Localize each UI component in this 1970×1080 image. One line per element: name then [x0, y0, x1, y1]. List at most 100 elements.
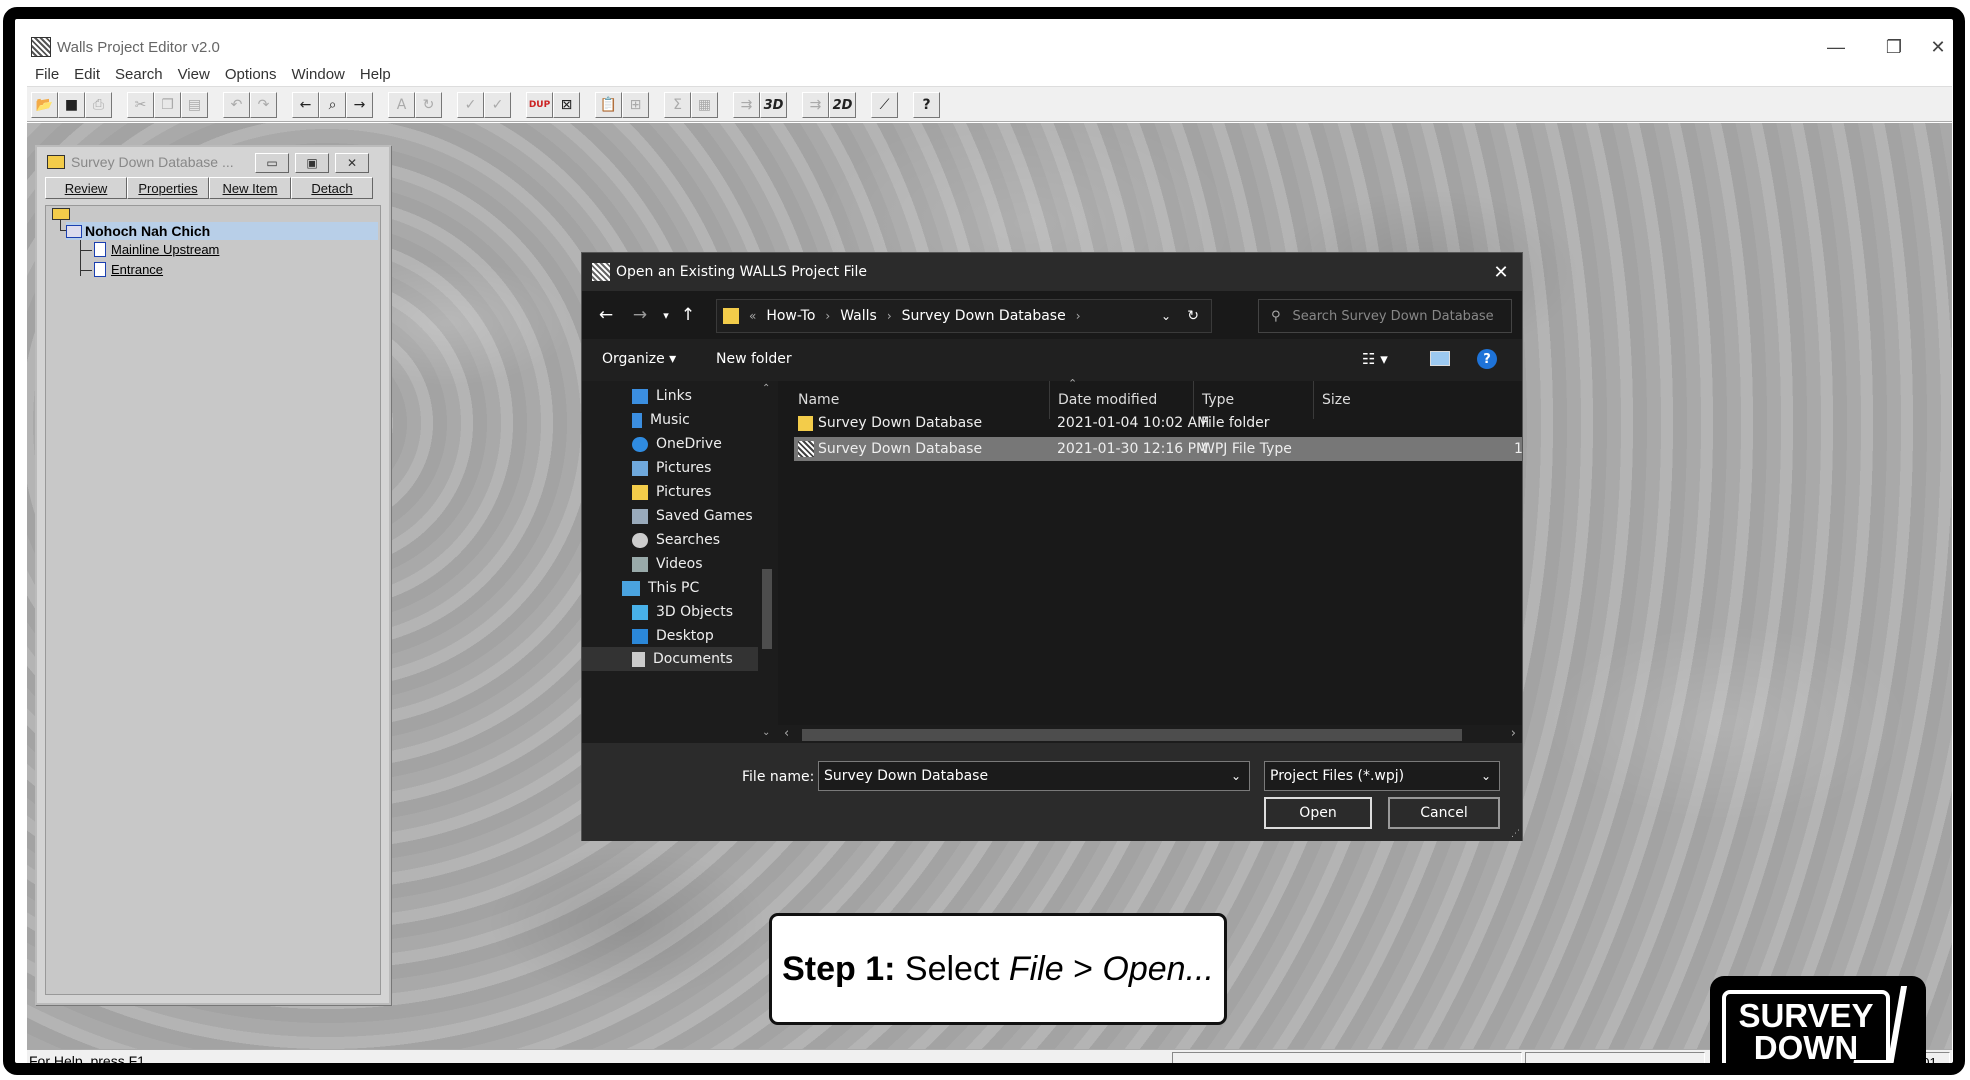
- project-folder-icon: [47, 155, 65, 169]
- review-check-icon[interactable]: ✓: [484, 92, 511, 118]
- sef-icon[interactable]: ⇉: [802, 92, 829, 118]
- menu-search[interactable]: Search: [115, 66, 163, 83]
- nav-item-documents[interactable]: Documents: [582, 647, 758, 671]
- nav-pane-scrollbar[interactable]: ⌃ ⌄: [758, 381, 776, 743]
- save-icon[interactable]: ■: [58, 92, 85, 118]
- check-icon[interactable]: ✓: [457, 92, 484, 118]
- chevron-down-icon[interactable]: ⌄: [1161, 309, 1171, 323]
- grid-icon[interactable]: ⊠: [553, 92, 580, 118]
- tree-root-item[interactable]: Nohoch Nah Chich: [66, 222, 378, 240]
- compile-icon[interactable]: ⇉: [733, 92, 760, 118]
- view-3d-button[interactable]: 3D: [760, 92, 787, 118]
- new-item-button[interactable]: New Item: [209, 177, 291, 199]
- refresh-icon[interactable]: ↻: [415, 92, 442, 118]
- detach-button[interactable]: Detach: [291, 177, 373, 199]
- menu-options[interactable]: Options: [225, 66, 277, 83]
- menu-view[interactable]: View: [178, 66, 210, 83]
- chevron-up-icon[interactable]: ⌃: [762, 383, 770, 394]
- restore-button[interactable]: ❐: [1865, 32, 1923, 62]
- preview-pane-icon[interactable]: [1430, 351, 1450, 366]
- scrollbar-thumb[interactable]: [762, 569, 772, 649]
- organize-button[interactable]: Organize ▾: [602, 351, 676, 367]
- file-list-horizontal-scrollbar[interactable]: ‹ ›: [778, 725, 1522, 745]
- chevron-down-icon[interactable]: ⌄: [762, 727, 770, 738]
- menu-window[interactable]: Window: [292, 66, 345, 83]
- chevron-down-icon[interactable]: ⌄: [1231, 769, 1241, 783]
- review-button[interactable]: Review: [45, 177, 127, 199]
- chevron-down-icon[interactable]: ⌄: [1481, 769, 1491, 783]
- breadcrumb-overflow[interactable]: «: [749, 309, 756, 323]
- nav-item-3d-objects[interactable]: 3D Objects: [632, 601, 733, 623]
- project-close-button[interactable]: ✕: [335, 153, 369, 173]
- file-name-input[interactable]: Survey Down Database ⌄: [818, 761, 1250, 791]
- add-item-icon[interactable]: ⊞: [622, 92, 649, 118]
- nav-item-pictures-folder[interactable]: Pictures: [632, 481, 711, 503]
- nav-item-videos[interactable]: Videos: [632, 553, 703, 575]
- minimize-button[interactable]: —: [1807, 32, 1865, 62]
- nav-item-searches[interactable]: Searches: [632, 529, 720, 551]
- up-arrow-icon[interactable]: ↑: [676, 303, 700, 327]
- forward-arrow-icon[interactable]: →: [346, 92, 373, 118]
- undo-icon[interactable]: ↶: [223, 92, 250, 118]
- view-2d-button[interactable]: 2D: [829, 92, 856, 118]
- cancel-button[interactable]: Cancel: [1388, 797, 1500, 829]
- tree-item-entrance[interactable]: Entrance: [94, 262, 163, 277]
- calculator-icon[interactable]: ▦: [691, 92, 718, 118]
- new-folder-button[interactable]: New folder: [716, 351, 792, 367]
- address-bar[interactable]: « How-To › Walls › Survey Down Database …: [716, 299, 1212, 333]
- resize-grip-icon[interactable]: ⋰: [1511, 829, 1520, 839]
- search-placeholder: Search Survey Down Database: [1292, 308, 1494, 324]
- open-folder-icon[interactable]: 📂: [31, 92, 58, 118]
- search-icon: [632, 532, 648, 548]
- search-box[interactable]: ⚲ Search Survey Down Database: [1258, 299, 1512, 333]
- close-button[interactable]: ✕: [1923, 32, 1953, 62]
- paste-icon[interactable]: ▤: [181, 92, 208, 118]
- dialog-close-icon[interactable]: ✕: [1488, 259, 1514, 285]
- nav-item-pictures[interactable]: Pictures: [632, 457, 711, 479]
- nav-item-links[interactable]: Links: [632, 385, 692, 407]
- chevron-left-icon[interactable]: ‹: [784, 726, 789, 741]
- sigma-icon[interactable]: Σ: [664, 92, 691, 118]
- nav-item-desktop[interactable]: Desktop: [632, 625, 714, 647]
- nav-item-music[interactable]: Music: [632, 409, 690, 431]
- font-icon[interactable]: A: [388, 92, 415, 118]
- menu-edit[interactable]: Edit: [74, 66, 100, 83]
- copy-icon[interactable]: ❐: [154, 92, 181, 118]
- nav-item-onedrive[interactable]: OneDrive: [632, 433, 722, 455]
- cut-icon[interactable]: ✂: [127, 92, 154, 118]
- scrollbar-thumb[interactable]: [802, 729, 1462, 741]
- help-icon[interactable]: ?: [913, 92, 940, 118]
- project-maximize-button[interactable]: ▣: [295, 153, 329, 173]
- tree-item-mainline-upstream[interactable]: Mainline Upstream: [94, 242, 219, 257]
- breadcrumb-how-to[interactable]: How-To: [766, 308, 815, 324]
- callout-item: Open...: [1102, 949, 1214, 988]
- file-row[interactable]: Survey Down Database 2021-01-04 10:02 AM…: [794, 411, 1522, 435]
- nav-item-this-pc[interactable]: This PC: [622, 577, 699, 599]
- file-row-selected[interactable]: Survey Down Database 2021-01-30 12:16 PM…: [794, 437, 1523, 461]
- binoculars-icon[interactable]: ⌕: [319, 92, 346, 118]
- help-icon[interactable]: ?: [1477, 349, 1497, 369]
- nav-label: Music: [650, 412, 690, 428]
- logo-box: SURVEY DOWN: [1722, 990, 1890, 1063]
- breadcrumb-survey-down-database[interactable]: Survey Down Database: [902, 308, 1066, 324]
- menu-help[interactable]: Help: [360, 66, 391, 83]
- chevron-right-icon[interactable]: ›: [1511, 726, 1516, 741]
- print-icon[interactable]: ⎙: [85, 92, 112, 118]
- nav-item-saved-games[interactable]: Saved Games: [632, 505, 753, 527]
- back-arrow-icon[interactable]: ←: [292, 92, 319, 118]
- map-icon[interactable]: ⟋: [871, 92, 898, 118]
- duplicate-icon[interactable]: DUP: [526, 92, 553, 118]
- view-options-icon[interactable]: ☷ ▾: [1362, 350, 1388, 368]
- file-type-select[interactable]: Project Files (*.wpj) ⌄: [1264, 761, 1500, 791]
- open-button[interactable]: Open: [1264, 797, 1372, 829]
- back-arrow-icon[interactable]: ←: [594, 303, 618, 327]
- breadcrumb-walls[interactable]: Walls: [840, 308, 877, 324]
- menu-file[interactable]: File: [35, 66, 59, 83]
- recent-locations-icon[interactable]: ▾: [654, 303, 678, 327]
- clipboard-icon[interactable]: 📋: [595, 92, 622, 118]
- redo-icon[interactable]: ↷: [250, 92, 277, 118]
- refresh-icon[interactable]: ↻: [1187, 308, 1199, 324]
- properties-button[interactable]: Properties: [127, 177, 209, 199]
- project-minimize-button[interactable]: ▭: [255, 153, 289, 173]
- forward-arrow-icon[interactable]: →: [628, 303, 652, 327]
